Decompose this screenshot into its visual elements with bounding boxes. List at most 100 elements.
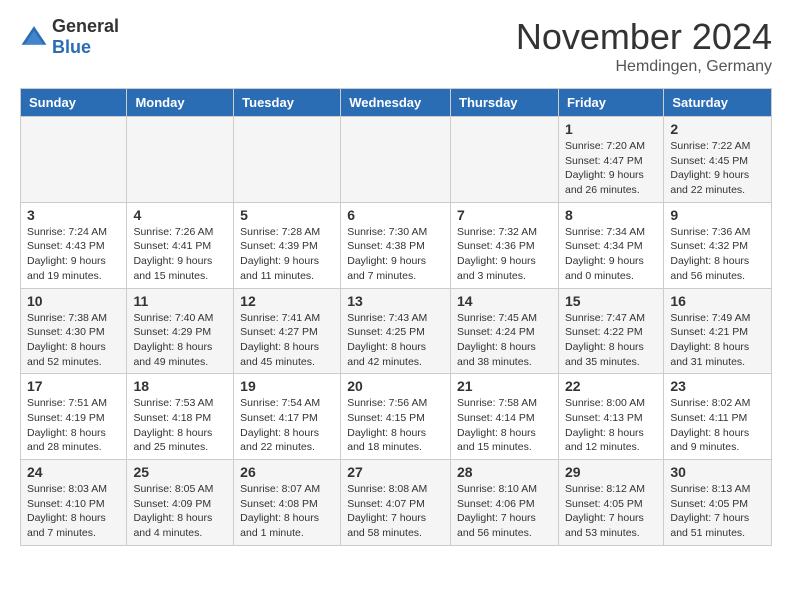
header: General Blue November 2024 Hemdingen, Ge… [20,16,772,76]
title-block: November 2024 Hemdingen, Germany [516,16,772,76]
day-cell: 21Sunrise: 7:58 AM Sunset: 4:14 PM Dayli… [451,374,559,460]
day-number: 30 [670,464,765,480]
day-number: 11 [133,293,227,309]
day-number: 1 [565,121,657,137]
logo-general: General [52,16,119,36]
month-title: November 2024 [516,16,772,58]
day-info: Sunrise: 8:08 AM Sunset: 4:07 PM Dayligh… [347,482,444,541]
day-cell: 23Sunrise: 8:02 AM Sunset: 4:11 PM Dayli… [664,374,772,460]
day-info: Sunrise: 7:51 AM Sunset: 4:19 PM Dayligh… [27,396,120,455]
day-info: Sunrise: 7:28 AM Sunset: 4:39 PM Dayligh… [240,225,334,284]
col-sunday: Sunday [21,89,127,117]
day-number: 21 [457,378,552,394]
day-info: Sunrise: 7:34 AM Sunset: 4:34 PM Dayligh… [565,225,657,284]
day-cell: 1 Sunrise: 7:20 AM Sunset: 4:47 PM Daylig… [558,117,663,203]
day-info: Sunrise: 7:32 AM Sunset: 4:36 PM Dayligh… [457,225,552,284]
day-info: Sunrise: 8:12 AM Sunset: 4:05 PM Dayligh… [565,482,657,541]
week-row-3: 10 Sunrise: 7:38 AM Sunset: 4:30 PM Dayli… [21,288,772,374]
day-number: 8 [565,207,657,223]
day-cell: 3Sunrise: 7:24 AM Sunset: 4:43 PM Daylig… [21,202,127,288]
week-row-5: 24Sunrise: 8:03 AM Sunset: 4:10 PM Dayli… [21,460,772,546]
day-cell: 15 Sunrise: 7:47 AM Sunset: 4:22 PM Dayli… [558,288,663,374]
day-info: Sunrise: 7:30 AM Sunset: 4:38 PM Dayligh… [347,225,444,284]
day-cell [127,117,234,203]
day-cell: 20 Sunrise: 7:56 AM Sunset: 4:15 PM Dayli… [341,374,451,460]
day-number: 10 [27,293,120,309]
calendar-header: Sunday Monday Tuesday Wednesday Thursday… [21,89,772,117]
day-info: Sunrise: 7:41 AM Sunset: 4:27 PM Dayligh… [240,311,334,370]
day-number: 26 [240,464,334,480]
day-cell: 19 Sunrise: 7:54 AM Sunset: 4:17 PM Dayli… [234,374,341,460]
day-cell: 16Sunrise: 7:49 AM Sunset: 4:21 PM Dayli… [664,288,772,374]
logo-blue: Blue [52,37,91,57]
day-info: Sunrise: 7:26 AM Sunset: 4:41 PM Dayligh… [133,225,227,284]
day-info: Sunrise: 7:53 AM Sunset: 4:18 PM Dayligh… [133,396,227,455]
day-cell: 9 Sunrise: 7:36 AM Sunset: 4:32 PM Daylig… [664,202,772,288]
logo: General Blue [20,16,119,58]
day-cell: 2Sunrise: 7:22 AM Sunset: 4:45 PM Daylig… [664,117,772,203]
day-info: Sunrise: 7:20 AM Sunset: 4:47 PM Dayligh… [565,139,657,198]
day-number: 15 [565,293,657,309]
day-number: 23 [670,378,765,394]
day-number: 20 [347,378,444,394]
col-tuesday: Tuesday [234,89,341,117]
day-number: 12 [240,293,334,309]
day-info: Sunrise: 7:40 AM Sunset: 4:29 PM Dayligh… [133,311,227,370]
day-number: 19 [240,378,334,394]
day-number: 28 [457,464,552,480]
day-cell: 29Sunrise: 8:12 AM Sunset: 4:05 PM Dayli… [558,460,663,546]
day-cell: 7Sunrise: 7:32 AM Sunset: 4:36 PM Daylig… [451,202,559,288]
week-row-1: 1 Sunrise: 7:20 AM Sunset: 4:47 PM Daylig… [21,117,772,203]
day-info: Sunrise: 7:56 AM Sunset: 4:15 PM Dayligh… [347,396,444,455]
week-row-4: 17 Sunrise: 7:51 AM Sunset: 4:19 PM Dayli… [21,374,772,460]
week-row-2: 3Sunrise: 7:24 AM Sunset: 4:43 PM Daylig… [21,202,772,288]
day-cell: 4 Sunrise: 7:26 AM Sunset: 4:41 PM Daylig… [127,202,234,288]
day-info: Sunrise: 7:45 AM Sunset: 4:24 PM Dayligh… [457,311,552,370]
day-cell [341,117,451,203]
day-cell: 14 Sunrise: 7:45 AM Sunset: 4:24 PM Dayli… [451,288,559,374]
day-cell: 11 Sunrise: 7:40 AM Sunset: 4:29 PM Dayli… [127,288,234,374]
day-info: Sunrise: 7:43 AM Sunset: 4:25 PM Dayligh… [347,311,444,370]
day-info: Sunrise: 7:22 AM Sunset: 4:45 PM Dayligh… [670,139,765,198]
day-number: 9 [670,207,765,223]
day-cell: 17 Sunrise: 7:51 AM Sunset: 4:19 PM Dayli… [21,374,127,460]
col-saturday: Saturday [664,89,772,117]
col-wednesday: Wednesday [341,89,451,117]
day-cell: 25 Sunrise: 8:05 AM Sunset: 4:09 PM Dayli… [127,460,234,546]
day-cell: 27 Sunrise: 8:08 AM Sunset: 4:07 PM Dayli… [341,460,451,546]
day-number: 27 [347,464,444,480]
day-cell: 30 Sunrise: 8:13 AM Sunset: 4:05 PM Dayli… [664,460,772,546]
day-cell: 24Sunrise: 8:03 AM Sunset: 4:10 PM Dayli… [21,460,127,546]
day-number: 6 [347,207,444,223]
col-monday: Monday [127,89,234,117]
calendar-table: Sunday Monday Tuesday Wednesday Thursday… [20,88,772,546]
day-cell: 6 Sunrise: 7:30 AM Sunset: 4:38 PM Daylig… [341,202,451,288]
day-cell: 13Sunrise: 7:43 AM Sunset: 4:25 PM Dayli… [341,288,451,374]
day-number: 18 [133,378,227,394]
day-cell: 26Sunrise: 8:07 AM Sunset: 4:08 PM Dayli… [234,460,341,546]
day-info: Sunrise: 7:47 AM Sunset: 4:22 PM Dayligh… [565,311,657,370]
day-number: 16 [670,293,765,309]
header-row: Sunday Monday Tuesday Wednesday Thursday… [21,89,772,117]
day-cell: 8 Sunrise: 7:34 AM Sunset: 4:34 PM Daylig… [558,202,663,288]
col-thursday: Thursday [451,89,559,117]
day-cell [451,117,559,203]
day-info: Sunrise: 8:05 AM Sunset: 4:09 PM Dayligh… [133,482,227,541]
day-info: Sunrise: 7:54 AM Sunset: 4:17 PM Dayligh… [240,396,334,455]
day-cell: 10 Sunrise: 7:38 AM Sunset: 4:30 PM Dayli… [21,288,127,374]
day-info: Sunrise: 8:00 AM Sunset: 4:13 PM Dayligh… [565,396,657,455]
day-cell: 5 Sunrise: 7:28 AM Sunset: 4:39 PM Daylig… [234,202,341,288]
col-friday: Friday [558,89,663,117]
day-cell: 28 Sunrise: 8:10 AM Sunset: 4:06 PM Dayli… [451,460,559,546]
logo-icon [20,23,48,51]
day-info: Sunrise: 7:38 AM Sunset: 4:30 PM Dayligh… [27,311,120,370]
day-info: Sunrise: 8:13 AM Sunset: 4:05 PM Dayligh… [670,482,765,541]
day-number: 4 [133,207,227,223]
day-number: 14 [457,293,552,309]
day-number: 25 [133,464,227,480]
day-info: Sunrise: 7:36 AM Sunset: 4:32 PM Dayligh… [670,225,765,284]
day-number: 17 [27,378,120,394]
day-info: Sunrise: 8:10 AM Sunset: 4:06 PM Dayligh… [457,482,552,541]
day-number: 5 [240,207,334,223]
calendar-body: 1 Sunrise: 7:20 AM Sunset: 4:47 PM Daylig… [21,117,772,546]
